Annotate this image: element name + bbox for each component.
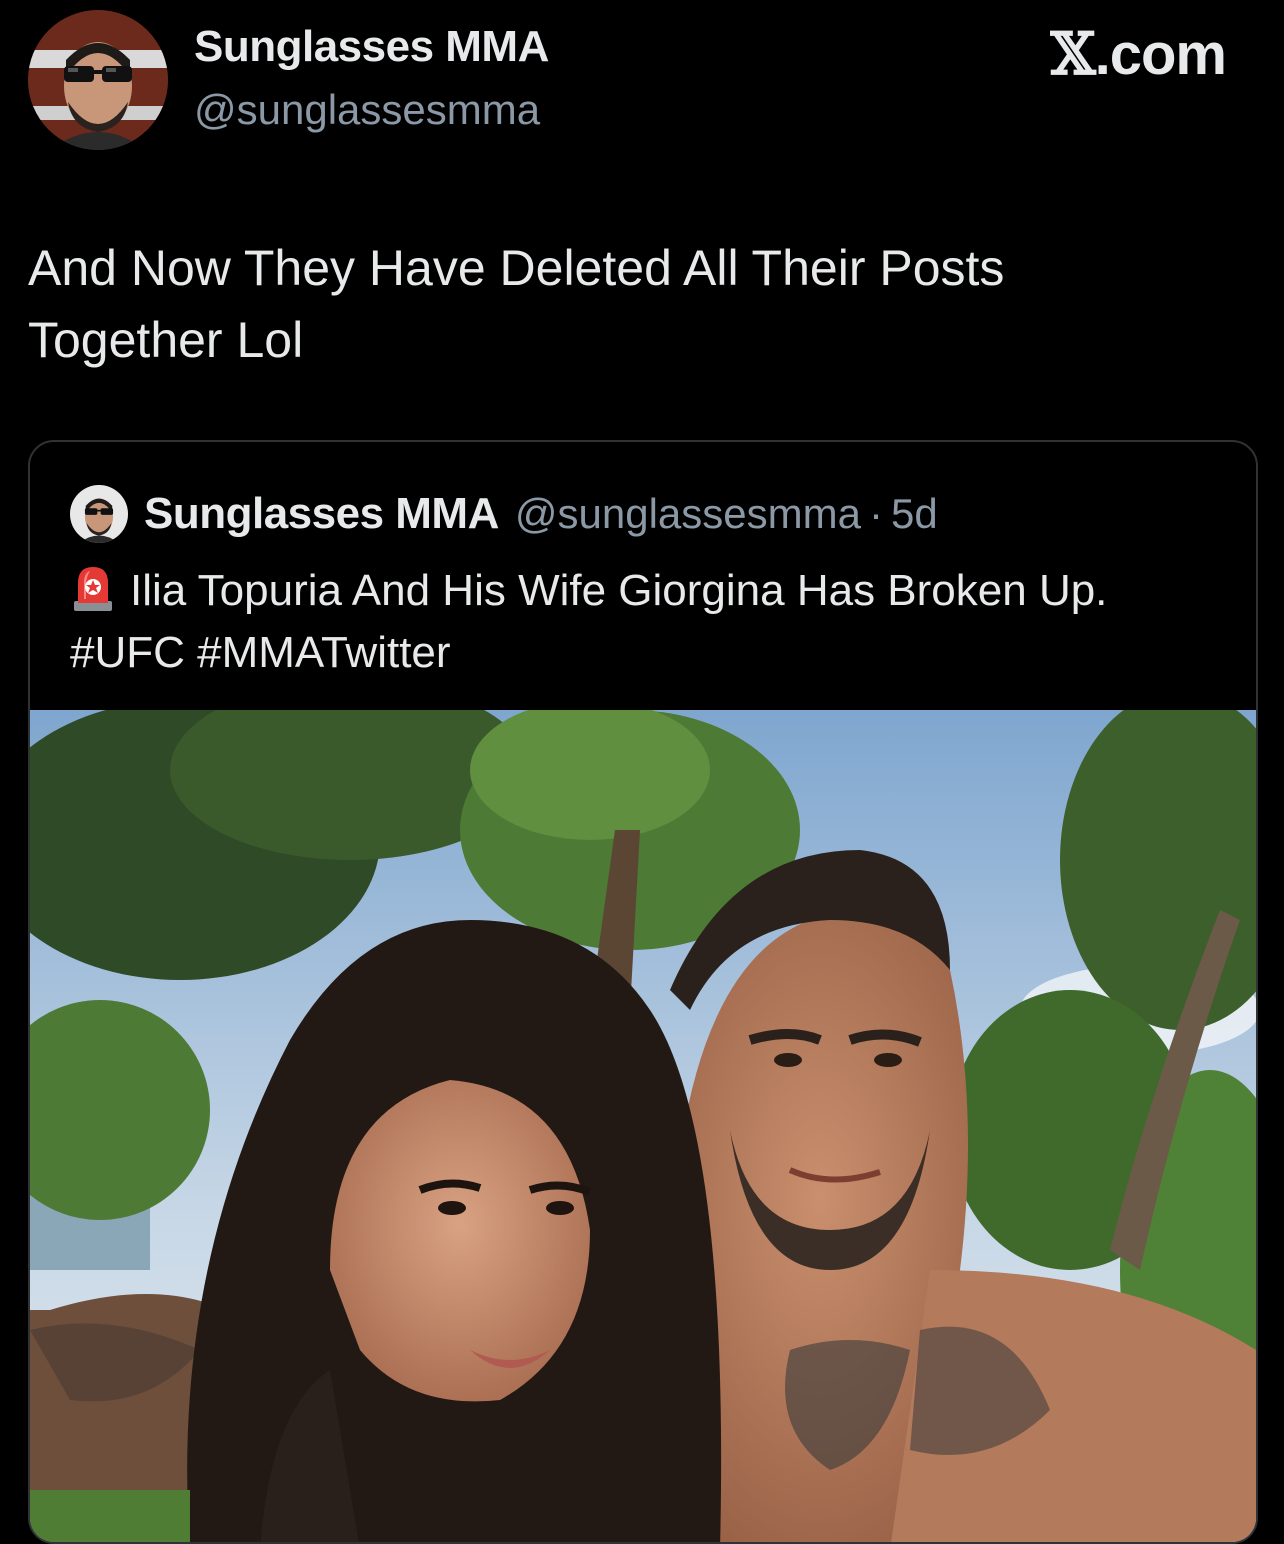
quoted-post-card[interactable]: Sunglasses MMA @sunglassesmma · 5d Ilia … <box>28 440 1258 1544</box>
quoted-post-timestamp[interactable]: 5d <box>891 490 938 538</box>
sunglasses-man-avatar-icon <box>28 10 168 150</box>
couple-selfie-photo-icon <box>30 710 1256 1542</box>
post-text-line: And Now They Have Deleted All Their Post… <box>28 240 1005 296</box>
x-logo-icon: 𝕏 <box>1050 20 1096 88</box>
quoted-post-text: Ilia Topuria And His Wife Giorgina Has B… <box>130 566 1108 615</box>
sunglasses-man-avatar-icon <box>70 485 128 543</box>
quoted-post-photo[interactable] <box>30 710 1256 1542</box>
quoted-author-handle[interactable]: @sunglassesmma <box>515 490 861 538</box>
x-com-domain: .com <box>1094 22 1227 87</box>
quoted-post-body: Ilia Topuria And His Wife Giorgina Has B… <box>70 560 1230 684</box>
author-avatar[interactable] <box>28 10 168 150</box>
x-com-logo: 𝕏.com <box>1050 20 1227 88</box>
quoted-post-text-line: Ilia Topuria And His Wife Giorgina Has B… <box>70 560 1230 622</box>
author-handle[interactable]: @sunglassesmma <box>194 86 540 134</box>
quoted-author-avatar[interactable] <box>70 485 128 543</box>
post-text-line: Together Lol <box>28 312 304 368</box>
quoted-author-display-name[interactable]: Sunglasses MMA <box>144 489 499 539</box>
meta-separator: · <box>868 490 883 537</box>
tweet-header: Sunglasses MMA @sunglassesmma 𝕏.com <box>0 0 1284 170</box>
author-display-name[interactable]: Sunglasses MMA <box>194 22 549 72</box>
rotating-light-siren-icon <box>74 567 112 611</box>
post-body: And Now They Have Deleted All Their Post… <box>28 232 1208 376</box>
quoted-post-hashtags[interactable]: #UFC #MMATwitter <box>70 622 1230 684</box>
quoted-post-header: Sunglasses MMA @sunglassesmma · 5d <box>70 485 938 543</box>
